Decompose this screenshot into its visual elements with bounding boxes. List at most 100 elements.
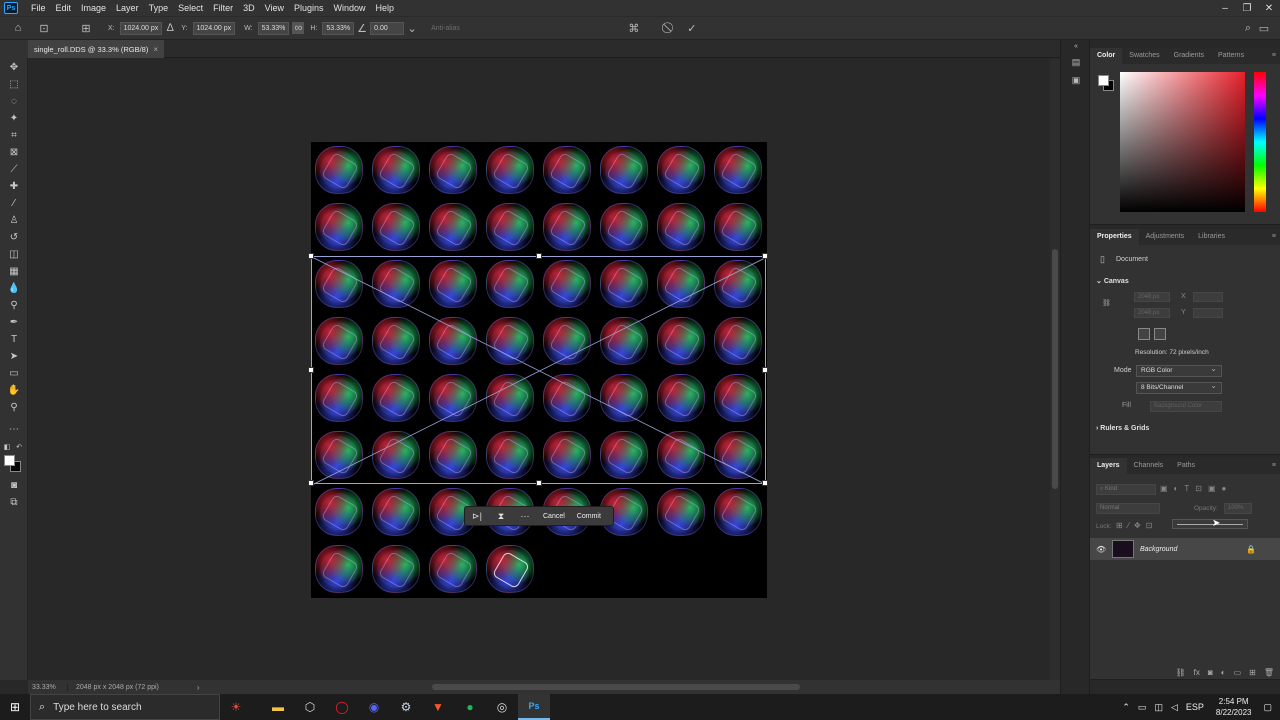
warp-icon[interactable]: ⌘ xyxy=(626,20,642,36)
link-layers-icon[interactable]: ⛓ xyxy=(1176,668,1186,677)
layer-row-background[interactable]: 👁 Background 🔒 xyxy=(1090,538,1280,560)
zoom-tool-icon[interactable]: ⚲ xyxy=(5,400,23,415)
brush-tool-icon[interactable]: ⁄ xyxy=(5,196,23,211)
transform-handle-left[interactable] xyxy=(308,367,314,373)
delta-icon[interactable]: ∆ xyxy=(165,20,175,36)
menu-layer[interactable]: Layer xyxy=(111,0,144,16)
link-icon[interactable]: ∞ xyxy=(292,22,305,34)
menu-3d[interactable]: 3D xyxy=(238,0,260,16)
flip-vertical-icon[interactable]: ⧗ xyxy=(489,511,513,522)
gradient-tool-icon[interactable]: ▦ xyxy=(5,264,23,279)
y-field[interactable]: 1024.00 px xyxy=(192,21,236,35)
interpolation-icon[interactable]: ⌄ xyxy=(407,20,417,36)
swap-colors-icon[interactable]: ↶ xyxy=(14,439,24,454)
magic-wand-tool-icon[interactable]: ✦ xyxy=(5,111,23,126)
weather-widget-icon[interactable]: ☀ xyxy=(220,694,252,720)
path-selection-tool-icon[interactable]: ➤ xyxy=(5,349,23,364)
new-group-icon[interactable]: ▭ xyxy=(1234,668,1242,677)
panel-foreground-swatch[interactable] xyxy=(1098,75,1109,86)
portrait-orientation-icon[interactable] xyxy=(1138,328,1150,340)
delete-layer-icon[interactable]: 🗑 xyxy=(1264,668,1274,677)
tab-patterns[interactable]: Patterns xyxy=(1211,48,1251,64)
file-explorer-icon[interactable]: ▬ xyxy=(262,694,294,720)
reference-point-icon[interactable]: ⊞ xyxy=(78,20,94,36)
layer-lock-icon[interactable]: 🔒 xyxy=(1246,545,1256,554)
adjustment-layer-icon[interactable]: ◐ xyxy=(1221,668,1226,677)
frame-tool-icon[interactable]: ⊠ xyxy=(5,145,23,160)
crop-tool-icon[interactable]: ⌗ xyxy=(5,128,23,143)
commit-transform-icon[interactable]: ✓ xyxy=(684,20,700,36)
transform-handle-top-left[interactable] xyxy=(308,253,314,259)
panel-menu-icon[interactable]: ≡ xyxy=(1265,458,1280,474)
transform-handle-bottom-right[interactable] xyxy=(762,480,768,486)
pen-tool-icon[interactable]: ✒ xyxy=(5,315,23,330)
hand-tool-icon[interactable]: ✋ xyxy=(5,383,23,398)
language-indicator[interactable]: ESP xyxy=(1182,702,1208,712)
transform-handle-right[interactable] xyxy=(762,367,768,373)
transform-handle-bottom[interactable] xyxy=(536,480,542,486)
taskbar-search[interactable]: ⌕ Type here to search xyxy=(30,694,220,720)
discord-icon[interactable]: ◉ xyxy=(358,694,390,720)
opacity-slider-track[interactable] xyxy=(1177,524,1243,525)
cancel-button[interactable]: Cancel xyxy=(537,513,571,520)
layer-visibility-eye-icon[interactable]: 👁 xyxy=(1096,545,1106,554)
tray-chevron-icon[interactable]: ⌃ xyxy=(1118,702,1134,713)
menu-view[interactable]: View xyxy=(260,0,289,16)
antialias-checkbox[interactable]: Anti-alias xyxy=(431,25,460,32)
mode-select[interactable]: RGB Color xyxy=(1136,364,1222,377)
canvas-section-header[interactable]: ⌄ Canvas xyxy=(1096,277,1129,285)
battery-icon[interactable]: ▭ xyxy=(1134,702,1151,713)
menu-plugins[interactable]: Plugins xyxy=(289,0,329,16)
menu-select[interactable]: Select xyxy=(173,0,208,16)
menu-help[interactable]: Help xyxy=(371,0,400,16)
menu-edit[interactable]: Edit xyxy=(51,0,77,16)
panel-menu-icon[interactable]: ≡ xyxy=(1265,229,1280,245)
flip-horizontal-icon[interactable]: ⊳| xyxy=(465,511,489,522)
opacity-slider-popup[interactable] xyxy=(1172,519,1248,529)
minimize-icon[interactable]: – xyxy=(1214,0,1236,16)
marquee-tool-icon[interactable]: ⬚ xyxy=(5,77,23,92)
free-transform-box[interactable] xyxy=(308,253,768,486)
brave-icon[interactable]: ▼ xyxy=(422,694,454,720)
tab-properties[interactable]: Properties xyxy=(1090,229,1139,245)
history-icon[interactable]: ▤ xyxy=(1069,56,1083,68)
foreground-color-swatch[interactable] xyxy=(4,455,15,466)
collapse-panels-icon[interactable]: « xyxy=(1069,40,1083,52)
comments-icon[interactable]: ▣ xyxy=(1069,74,1083,86)
transform-handle-top-right[interactable] xyxy=(762,253,768,259)
menu-image[interactable]: Image xyxy=(76,0,111,16)
panel-menu-icon[interactable]: ≡ xyxy=(1265,48,1280,64)
photoshop-taskbar-icon[interactable]: Ps xyxy=(518,694,550,720)
clone-stamp-tool-icon[interactable]: ♙ xyxy=(5,213,23,228)
eyedropper-tool-icon[interactable]: ⟋ xyxy=(5,162,23,177)
more-options-icon[interactable]: ⋯ xyxy=(513,511,537,522)
menu-type[interactable]: Type xyxy=(144,0,174,16)
hue-slider[interactable] xyxy=(1254,72,1266,212)
healing-brush-tool-icon[interactable]: ✚ xyxy=(5,179,23,194)
link-dimensions-icon[interactable]: ⛓ xyxy=(1102,299,1111,307)
tab-adjustments[interactable]: Adjustments xyxy=(1139,229,1192,245)
vertical-scrollbar[interactable] xyxy=(1050,59,1060,680)
bit-depth-select[interactable]: 8 Bits/Channel xyxy=(1136,381,1222,394)
transform-handle-top[interactable] xyxy=(536,253,542,259)
history-brush-tool-icon[interactable]: ↺ xyxy=(5,230,23,245)
document-tab[interactable]: single_roll.DDS @ 33.3% (RGB/8) × xyxy=(28,40,164,58)
horizontal-scroll-thumb[interactable] xyxy=(432,684,800,690)
volume-icon[interactable]: ◁ xyxy=(1167,702,1182,713)
transform-handle-bottom-left[interactable] xyxy=(308,480,314,486)
layer-filter-icons[interactable]: ▣◐T⊡▣● xyxy=(1160,484,1232,493)
tab-channels[interactable]: Channels xyxy=(1127,458,1171,474)
menu-window[interactable]: Window xyxy=(329,0,371,16)
default-colors-icon[interactable]: ◧ xyxy=(2,439,12,454)
workspace-icon[interactable]: ▭ xyxy=(1256,20,1272,36)
height-field[interactable]: 53.33% xyxy=(322,21,355,35)
windows-start-icon[interactable]: ⊞ xyxy=(0,694,30,720)
new-layer-icon[interactable]: ⊞ xyxy=(1249,668,1256,677)
x-field[interactable]: 1024.00 px xyxy=(119,21,163,35)
clock[interactable]: 2:54 PM 8/22/2023 xyxy=(1208,696,1260,718)
search-icon[interactable]: ⌕ xyxy=(1240,20,1256,36)
color-picker-field[interactable] xyxy=(1120,72,1245,212)
rulers-grids-section-header[interactable]: › Rulers & Grids xyxy=(1096,425,1149,432)
transform-tool-icon[interactable]: ⊡ xyxy=(36,20,52,36)
blur-tool-icon[interactable]: 💧 xyxy=(5,281,23,296)
